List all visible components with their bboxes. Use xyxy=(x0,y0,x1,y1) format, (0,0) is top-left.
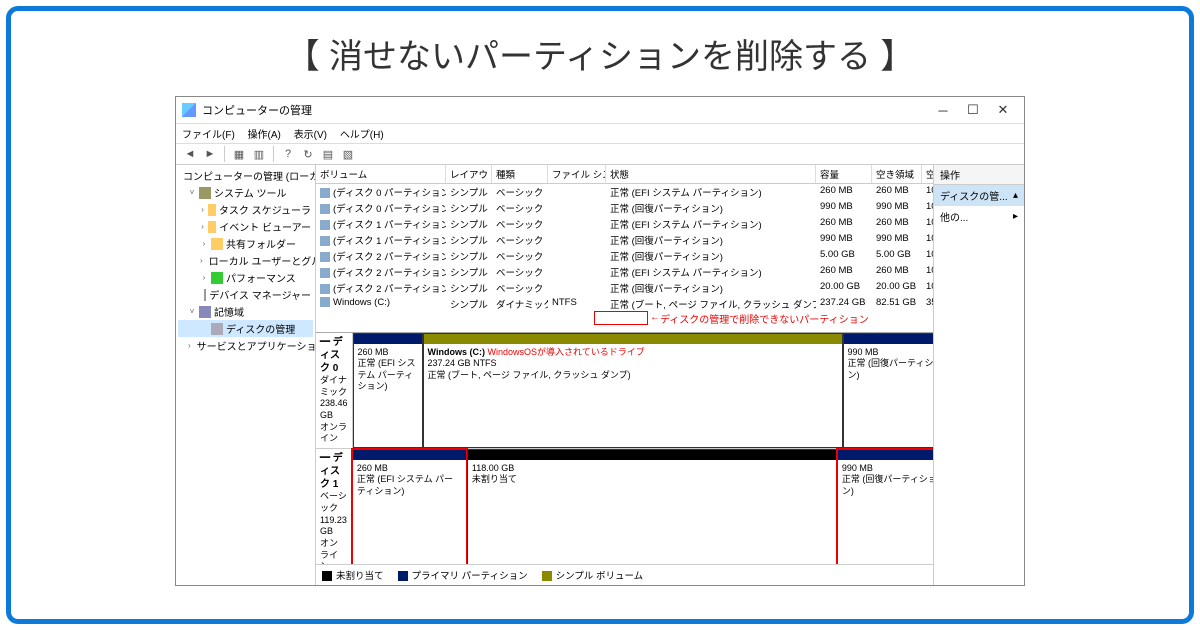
partition[interactable]: 260 MB正常 (EFI システム パーティション) xyxy=(352,449,467,564)
toolbar-icon[interactable]: ▤ xyxy=(320,146,336,162)
legend-unallocated: 未割り当て xyxy=(322,568,384,582)
volume-row[interactable]: (ディスク 2 パーティション 1)シンプルベーシック正常 (回復パーティション… xyxy=(316,248,933,264)
col-volume[interactable]: ボリューム xyxy=(316,165,446,183)
volume-row[interactable]: (ディスク 0 パーティション 5)シンプルベーシック正常 (回復パーティション… xyxy=(316,200,933,216)
titlebar: コンピューターの管理 ─ ☐ ✕ xyxy=(176,97,1024,124)
actions-pane: 操作 ディスクの管...▴ 他の...▸ xyxy=(934,165,1024,585)
disk-row: ━ ディスク 1ベーシック119.23 GBオンライン260 MB正常 (EFI… xyxy=(316,449,933,564)
tree-shared-folders[interactable]: ›共有フォルダー xyxy=(178,235,313,252)
mmc-window: コンピューターの管理 ─ ☐ ✕ ファイル(F) 操作(A) 表示(V) ヘルプ… xyxy=(175,96,1025,586)
partition[interactable]: Windows (C:) WindowsOSが導入されているドライブ237.24… xyxy=(423,333,843,448)
volume-row[interactable]: (ディスク 2 パーティション 2)シンプルベーシック正常 (EFI システム … xyxy=(316,264,933,280)
volume-row[interactable]: (ディスク 0 パーティション 1)シンプルベーシック正常 (EFI システム … xyxy=(316,184,933,200)
minimize-button[interactable]: ─ xyxy=(928,100,958,120)
refresh-icon[interactable]: ↻ xyxy=(300,146,316,162)
col-free-pct[interactable]: 空き領域の割合 xyxy=(922,165,934,183)
disk-info[interactable]: ━ ディスク 1ベーシック119.23 GBオンライン xyxy=(316,449,352,564)
tree-event-viewer[interactable]: ›イベント ビューアー xyxy=(178,218,313,235)
legend-primary: プライマリ パーティション xyxy=(398,568,528,582)
center-pane: ボリューム レイアウト 種類 ファイル システム 状態 容量 空き領域 空き領域… xyxy=(316,165,934,585)
back-icon[interactable]: ◄ xyxy=(182,146,198,162)
col-capacity[interactable]: 容量 xyxy=(816,165,872,183)
legend-simple-volume: シンプル ボリューム xyxy=(542,568,644,582)
highlight-box xyxy=(594,311,648,325)
volume-row[interactable]: (ディスク 1 パーティション 4)シンプルベーシック正常 (回復パーティション… xyxy=(316,232,933,248)
tree-root[interactable]: コンピューターの管理 (ローカル) xyxy=(178,167,313,184)
partition[interactable]: 990 MB正常 (回復パーティション) xyxy=(837,449,933,564)
col-fs[interactable]: ファイル システム xyxy=(548,165,606,183)
volume-row[interactable]: (ディスク 1 パーティション 1)シンプルベーシック正常 (EFI システム … xyxy=(316,216,933,232)
actions-header: 操作 xyxy=(934,165,1024,185)
collapse-icon: ▴ xyxy=(1013,190,1018,201)
tree-system-tools[interactable]: ˅システム ツール xyxy=(178,184,313,201)
menu-action[interactable]: 操作(A) xyxy=(248,130,281,141)
volume-annotation: ← ディスクの管理で削除できないパーティション xyxy=(316,312,933,332)
actions-other[interactable]: 他の...▸ xyxy=(934,206,1024,227)
col-layout[interactable]: レイアウト xyxy=(446,165,492,183)
partition[interactable]: 118.00 GB未割り当て xyxy=(467,449,837,564)
actions-disk-mgmt[interactable]: ディスクの管...▴ xyxy=(934,185,1024,206)
close-button[interactable]: ✕ xyxy=(988,100,1018,120)
menu-help[interactable]: ヘルプ(H) xyxy=(340,130,384,141)
maximize-button[interactable]: ☐ xyxy=(958,100,988,120)
tree-services-apps[interactable]: ›サービスとアプリケーション xyxy=(178,337,313,354)
toolbar-icon[interactable]: ▥ xyxy=(251,146,267,162)
menu-file[interactable]: ファイル(F) xyxy=(182,130,235,141)
disk-row: ━ ディスク 0ダイナミック238.46 GBオンライン260 MB正常 (EF… xyxy=(316,333,933,449)
col-status[interactable]: 状態 xyxy=(606,165,816,183)
partition[interactable]: 990 MB正常 (回復パーティション) xyxy=(843,333,933,448)
menu-view[interactable]: 表示(V) xyxy=(294,130,327,141)
toolbar: ◄ ► ▦ ▥ ? ↻ ▤ ▧ xyxy=(176,144,1024,165)
arrow-icon: ← xyxy=(650,312,660,323)
disk-info[interactable]: ━ ディスク 0ダイナミック238.46 GBオンライン xyxy=(316,333,353,448)
tree-performance[interactable]: ›パフォーマンス xyxy=(178,269,313,286)
disk-bar: 260 MB正常 (EFI システム パーティション)Windows (C:) … xyxy=(353,333,933,448)
tree-storage[interactable]: ˅記憶域 xyxy=(178,303,313,320)
col-type[interactable]: 種類 xyxy=(492,165,548,183)
toolbar-icon[interactable]: ▧ xyxy=(340,146,356,162)
legend: 未割り当て プライマリ パーティション シンプル ボリューム xyxy=(316,564,933,585)
nav-tree: コンピューターの管理 (ローカル) ˅システム ツール ›タスク スケジューラ … xyxy=(176,165,316,585)
help-icon[interactable]: ? xyxy=(280,146,296,162)
annotation-text: ディスクの管理で削除できないパーティション xyxy=(660,311,869,326)
partition[interactable]: 260 MB正常 (EFI システム パーティション) xyxy=(353,333,423,448)
disk-bar: 260 MB正常 (EFI システム パーティション)118.00 GB未割り当… xyxy=(352,449,933,564)
tree-task-scheduler[interactable]: ›タスク スケジューラ xyxy=(178,201,313,218)
toolbar-icon[interactable]: ▦ xyxy=(231,146,247,162)
tree-local-users[interactable]: ›ローカル ユーザーとグループ xyxy=(178,252,313,269)
col-free[interactable]: 空き領域 xyxy=(872,165,922,183)
tree-disk-management[interactable]: ディスクの管理 xyxy=(178,320,313,337)
tree-device-manager[interactable]: デバイス マネージャー xyxy=(178,286,313,303)
volume-list: (ディスク 0 パーティション 1)シンプルベーシック正常 (EFI システム … xyxy=(316,184,933,312)
volume-row[interactable]: (ディスク 2 パーティション 5)シンプルベーシック正常 (回復パーティション… xyxy=(316,280,933,296)
chevron-right-icon: ▸ xyxy=(1013,211,1018,222)
volume-row[interactable]: Windows (C:)シンプルダイナミックNTFS正常 (ブート, ページ フ… xyxy=(316,296,933,312)
disk-graphical-view: ━ ディスク 0ダイナミック238.46 GBオンライン260 MB正常 (EF… xyxy=(316,332,933,564)
window-title: コンピューターの管理 xyxy=(202,102,928,118)
app-icon xyxy=(182,103,196,117)
volume-header: ボリューム レイアウト 種類 ファイル システム 状態 容量 空き領域 空き領域… xyxy=(316,165,933,184)
menubar: ファイル(F) 操作(A) 表示(V) ヘルプ(H) xyxy=(176,124,1024,144)
forward-icon[interactable]: ► xyxy=(202,146,218,162)
page-title: 【 消せないパーティションを削除する 】 xyxy=(31,29,1169,78)
